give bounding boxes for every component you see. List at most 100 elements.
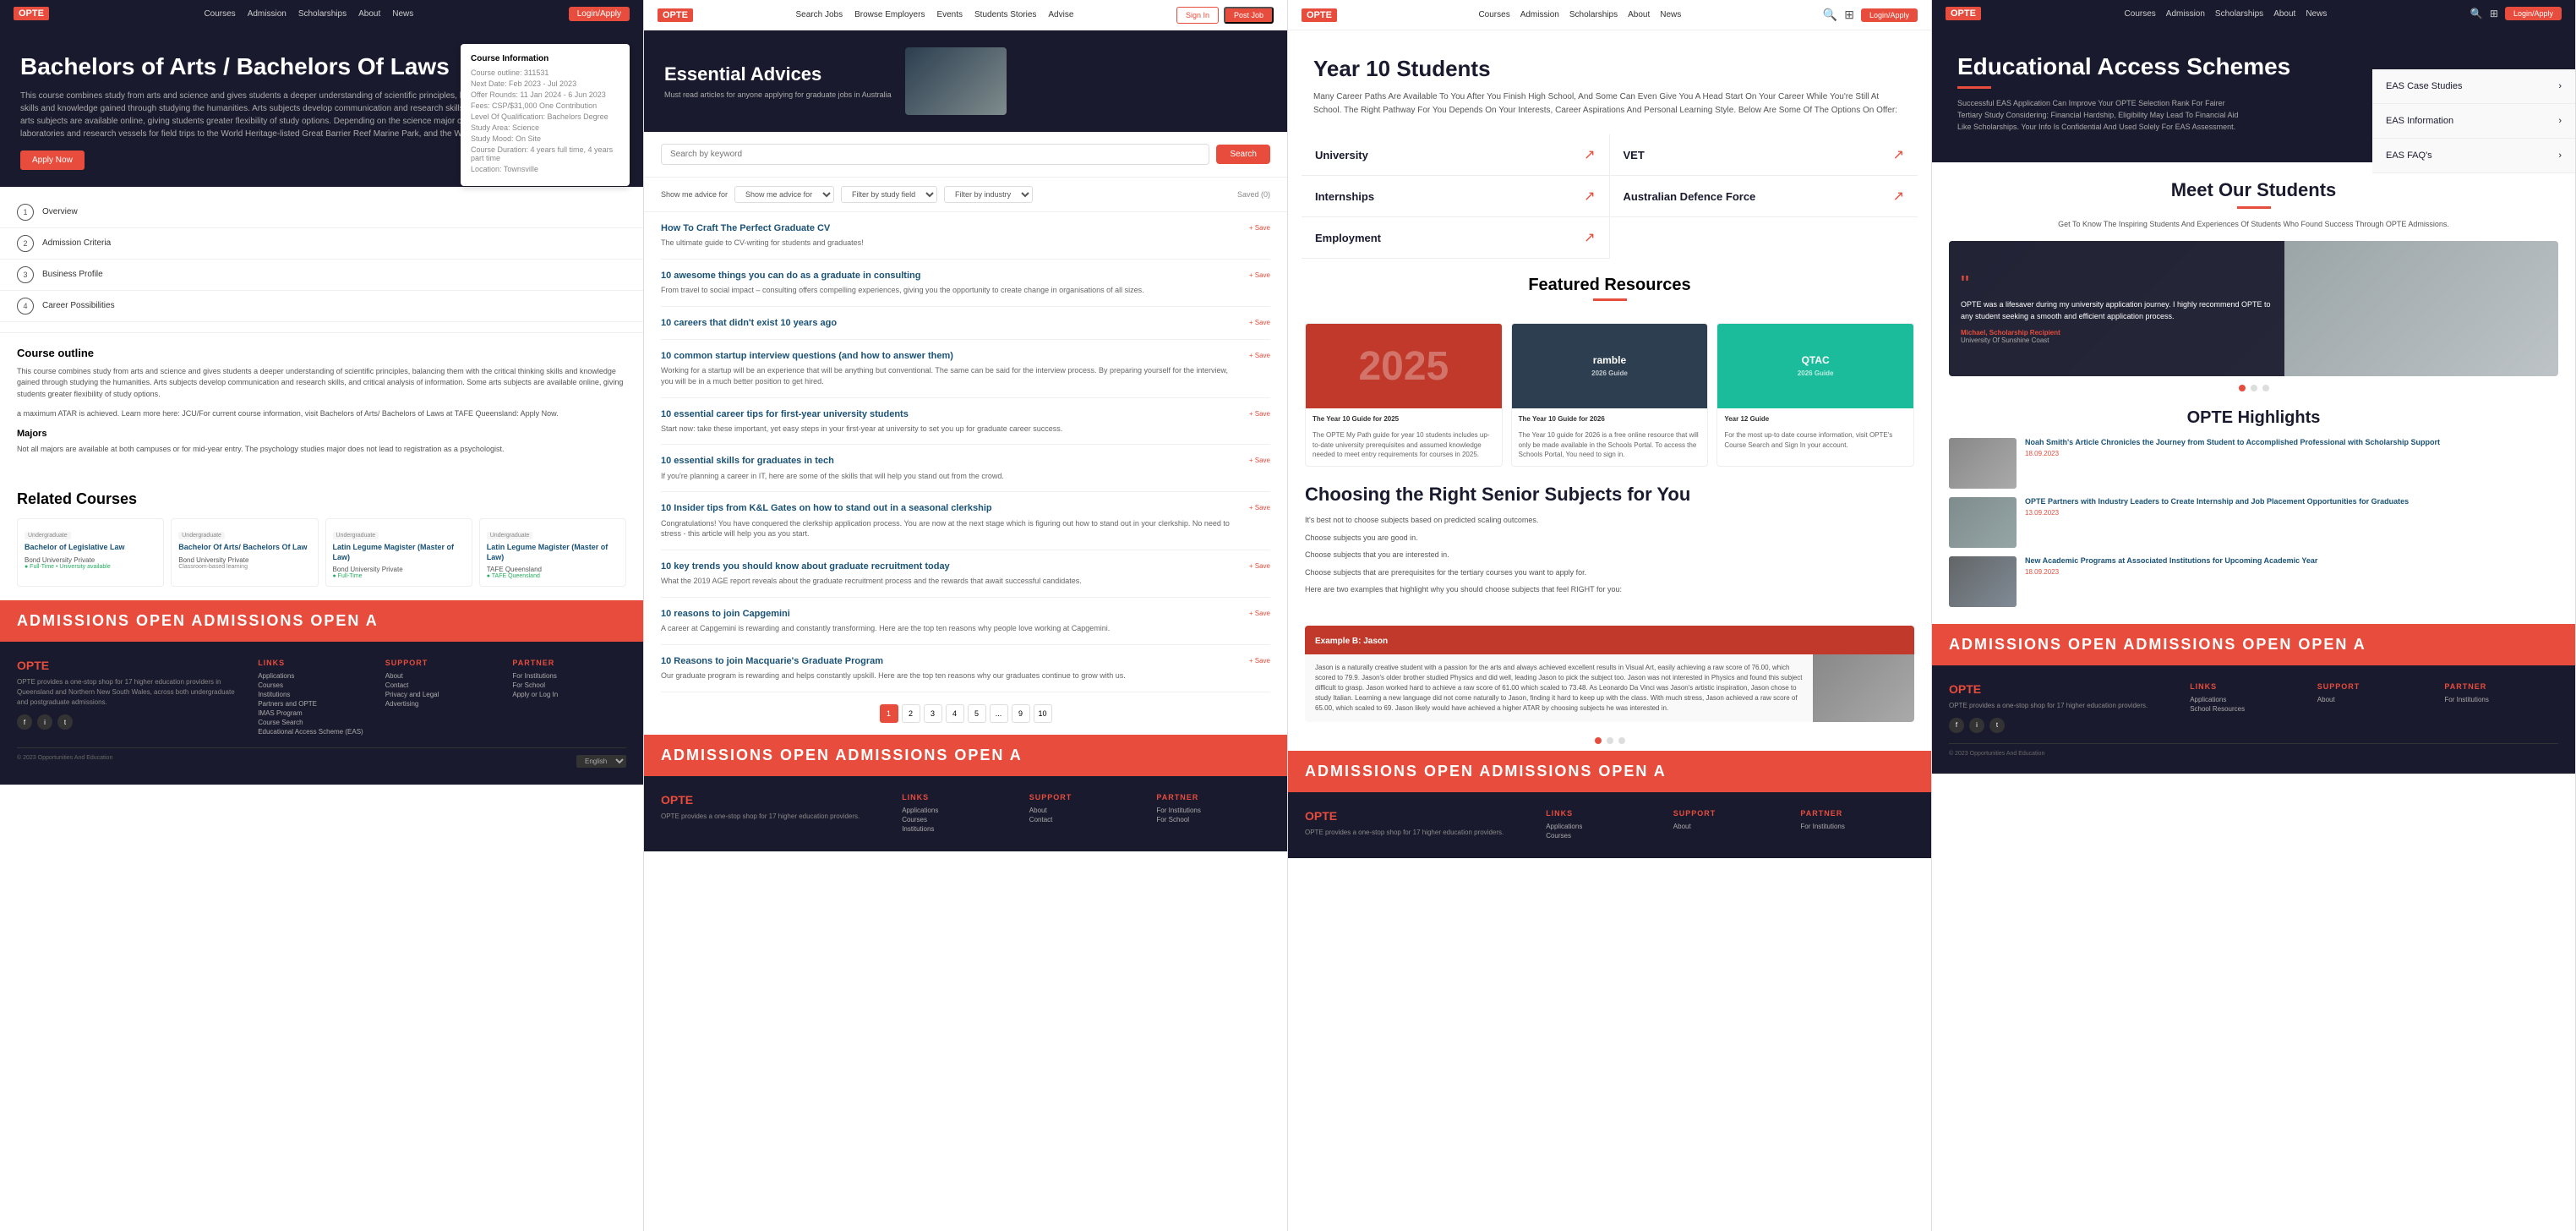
save-7[interactable]: + Save [1249, 561, 1270, 570]
footer-partner-inst-2[interactable]: For Institutions [1156, 807, 1270, 814]
login-btn-4[interactable]: Login/Apply [2505, 7, 2562, 20]
search-icon-4[interactable]: 🔍 [2470, 8, 2483, 19]
save-5[interactable]: + Save [1249, 455, 1270, 464]
login-btn-3[interactable]: Login/Apply [1861, 8, 1918, 22]
dot-4-2[interactable] [2262, 385, 2269, 391]
search-btn-2[interactable]: Search [1216, 145, 1270, 164]
logo-4[interactable]: OPTE [1946, 7, 1981, 20]
highlight-title-0[interactable]: Noah Smith's Article Chronicles the Jour… [2025, 438, 2558, 448]
nav-scholarships-1[interactable]: Scholarships [298, 9, 347, 19]
tab-overview[interactable]: 1 Overview [0, 197, 643, 228]
facebook-icon-4[interactable]: f [1949, 718, 1964, 733]
facebook-icon[interactable]: f [17, 714, 32, 730]
footer-link-applications[interactable]: Applications [258, 672, 372, 680]
save-6[interactable]: + Save [1249, 502, 1270, 512]
related-card-3[interactable]: Undergraduate Latin Legume Magister (Mas… [479, 518, 626, 587]
nav-admission-3[interactable]: Admission [1520, 10, 1559, 19]
footer-partner-school-2[interactable]: For School [1156, 816, 1270, 823]
tab-business[interactable]: 3 Business Profile [0, 260, 643, 291]
footer-partner-inst[interactable]: For Institutions [512, 672, 626, 680]
nav-events[interactable]: Events [936, 10, 963, 19]
page-3[interactable]: 3 [924, 704, 942, 723]
footer-partner-school[interactable]: For School [512, 681, 626, 689]
logo-3[interactable]: OPTE [1302, 8, 1337, 22]
footer-link-school-res[interactable]: School Resources [2190, 705, 2304, 713]
footer-link-institutions[interactable]: Institutions [258, 691, 372, 698]
footer-link-courses-3[interactable]: Courses [1546, 832, 1660, 840]
nav-courses-3[interactable]: Courses [1478, 10, 1509, 19]
highlight-title-2[interactable]: New Academic Programs at Associated Inst… [2025, 556, 2558, 566]
pathway-employment[interactable]: Employment ↗ [1302, 217, 1610, 259]
related-card-1[interactable]: Undergraduate Bachelor Of Arts/ Bachelor… [171, 518, 318, 587]
footer-link-inst-2[interactable]: Institutions [902, 825, 1016, 833]
nav-news-3[interactable]: News [1660, 10, 1681, 19]
footer-support-about-4[interactable]: About [2317, 696, 2431, 703]
apply-btn-1[interactable]: Apply Now [20, 150, 85, 170]
pathway-university[interactable]: University ↗ [1302, 134, 1610, 176]
footer-support-ads[interactable]: Advertising [385, 700, 499, 708]
dot-1[interactable] [1607, 737, 1613, 744]
footer-link-partners[interactable]: Partners and OPTE [258, 700, 372, 708]
footer-link-courses[interactable]: Courses [258, 681, 372, 689]
tab-career[interactable]: 4 Career Possibilities [0, 291, 643, 322]
pathway-vet[interactable]: VET ↗ [1610, 134, 1918, 176]
footer-link-apps-2[interactable]: Applications [902, 807, 1016, 814]
search-input-2[interactable] [661, 144, 1209, 165]
footer-support-about-3[interactable]: About [1673, 823, 1787, 830]
dot-0[interactable] [1595, 737, 1602, 744]
footer-link-apps-4[interactable]: Applications [2190, 696, 2304, 703]
nav-about-4[interactable]: About [2273, 9, 2295, 19]
footer-link-eas[interactable]: Educational Access Scheme (EAS) [258, 728, 372, 736]
tab-admission[interactable]: 2 Admission Criteria [0, 228, 643, 260]
footer-support-privacy[interactable]: Privacy and Legal [385, 691, 499, 698]
nav-employers[interactable]: Browse Employers [854, 10, 925, 19]
nav-news-4[interactable]: News [2306, 9, 2327, 19]
dot-2[interactable] [1618, 737, 1625, 744]
nav-admission-1[interactable]: Admission [248, 9, 287, 19]
instagram-icon-4[interactable]: i [1969, 718, 1984, 733]
logo-1[interactable]: OPTE [14, 7, 49, 20]
feat-card-1[interactable]: ramble2026 Guide The Year 10 Guide for 2… [1511, 323, 1709, 467]
nav-about-1[interactable]: About [358, 9, 380, 19]
footer-partner-apply[interactable]: Apply or Log In [512, 691, 626, 698]
filter-field-select[interactable]: Filter by study field [841, 186, 937, 203]
nav-scholarships-4[interactable]: Scholarships [2215, 9, 2263, 19]
highlight-title-1[interactable]: OPTE Partners with Industry Leaders to C… [2025, 497, 2558, 507]
twitter-icon-4[interactable]: t [1989, 718, 2005, 733]
nav-jobs[interactable]: Search Jobs [795, 10, 843, 19]
footer-link-apps-3[interactable]: Applications [1546, 823, 1660, 830]
save-8[interactable]: + Save [1249, 608, 1270, 617]
page-1[interactable]: 1 [880, 704, 898, 723]
footer-link-imas[interactable]: IMAS Program [258, 709, 372, 717]
page-5[interactable]: 5 [968, 704, 986, 723]
save-3[interactable]: + Save [1249, 350, 1270, 359]
nav-scholarships-3[interactable]: Scholarships [1569, 10, 1618, 19]
search-icon-3[interactable]: 🔍 [1823, 8, 1837, 22]
twitter-icon[interactable]: t [57, 714, 73, 730]
nav-advise[interactable]: Advise [1048, 10, 1073, 19]
pathway-adf[interactable]: Australian Defence Force ↗ [1610, 176, 1918, 217]
page-10[interactable]: 10 [1034, 704, 1052, 723]
nav-about-3[interactable]: About [1628, 10, 1650, 19]
logo-2[interactable]: OPTE [658, 8, 693, 22]
filter-industry-select[interactable]: Filter by industry [944, 186, 1033, 203]
grid-icon-3[interactable]: ⊞ [1844, 8, 1854, 22]
pathway-internships[interactable]: Internships ↗ [1302, 176, 1610, 217]
sidebar-eas-faq[interactable]: EAS FAQ's › [2372, 139, 2575, 173]
nav-news-1[interactable]: News [392, 9, 413, 19]
page-4[interactable]: 4 [946, 704, 964, 723]
footer-link-course-search[interactable]: Course Search [258, 719, 372, 726]
footer-link-courses-2[interactable]: Courses [902, 816, 1016, 823]
save-4[interactable]: + Save [1249, 408, 1270, 418]
related-card-2[interactable]: Undergraduate Latin Legume Magister (Mas… [325, 518, 472, 587]
dot-4-0[interactable] [2239, 385, 2246, 391]
nav-courses-1[interactable]: Courses [204, 9, 235, 19]
save-9[interactable]: + Save [1249, 655, 1270, 665]
footer-support-contact-2[interactable]: Contact [1029, 816, 1143, 823]
nav-admission-4[interactable]: Admission [2166, 9, 2205, 19]
login-btn-1[interactable]: Login/Apply [569, 7, 630, 21]
save-2[interactable]: + Save [1249, 317, 1270, 326]
footer-support-about-2[interactable]: About [1029, 807, 1143, 814]
feat-card-2[interactable]: QTAC2026 Guide Year 12 Guide For the mos… [1716, 323, 1914, 467]
nav-courses-4[interactable]: Courses [2125, 9, 2156, 19]
